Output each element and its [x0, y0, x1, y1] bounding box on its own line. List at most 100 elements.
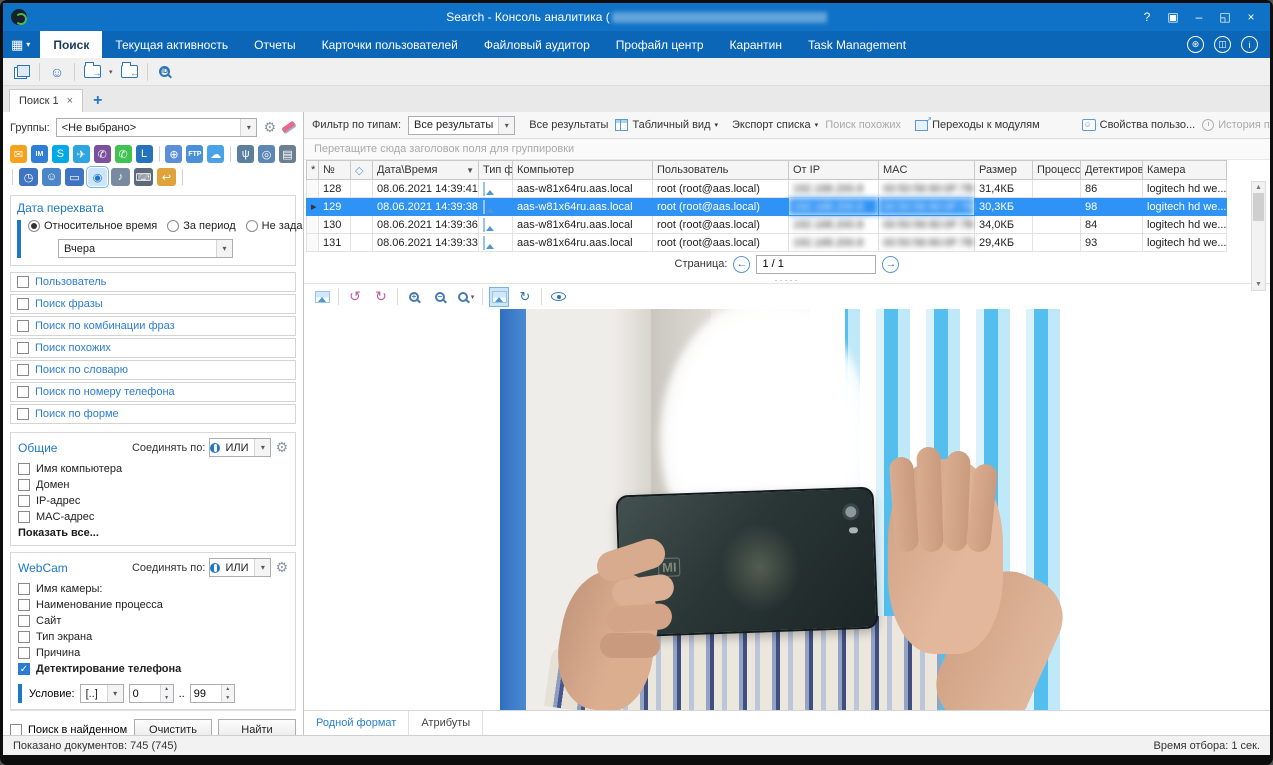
common-item-domain[interactable]: Домен: [18, 477, 288, 493]
fit-to-window-button[interactable]: [489, 287, 509, 307]
checkbox-icon[interactable]: [17, 276, 29, 288]
condition-to-stepper[interactable]: ▲▼: [190, 684, 235, 703]
column-header-size[interactable]: Размер: [975, 161, 1033, 180]
scroll-down-icon[interactable]: ▼: [1255, 279, 1262, 290]
pin-button[interactable]: ▣: [1162, 8, 1184, 26]
folder-import-icon[interactable]: ↩: [157, 168, 176, 186]
table-scrollbar[interactable]: ▲ ▼: [1251, 181, 1266, 291]
column-header-ip[interactable]: От IP: [789, 161, 879, 180]
marker-column-header[interactable]: *: [307, 161, 319, 180]
checkbox-icon[interactable]: [18, 583, 30, 595]
filter-item-user[interactable]: Пользователь: [10, 272, 296, 292]
search-similar-button[interactable]: Поиск похожих: [825, 119, 901, 131]
search-by-id-button[interactable]: ID: [154, 62, 176, 82]
menu-tab-task-management[interactable]: Task Management: [795, 31, 919, 58]
tab-native-format[interactable]: Родной формат: [304, 711, 409, 735]
condition-operator-dropdown[interactable]: [..]▾: [80, 684, 124, 703]
view-button[interactable]: [548, 287, 568, 307]
ufi-badge-icon[interactable]: ⊛: [1187, 36, 1204, 53]
user-properties-button[interactable]: Свойства пользо...: [1082, 119, 1196, 131]
column-header-tag[interactable]: ◇: [351, 161, 373, 180]
table-row[interactable]: 131 08.06.2021 14:39:33 aas-w81x64ru.aas…: [307, 234, 1227, 252]
spin-down-icon[interactable]: ▼: [222, 694, 234, 703]
mail-icon[interactable]: ✉: [10, 145, 27, 163]
minimize-button[interactable]: –: [1188, 8, 1210, 26]
menu-tab-current-activity[interactable]: Текущая активность: [102, 31, 241, 58]
checkbox-icon[interactable]: [17, 408, 29, 420]
printer-icon[interactable]: ▤: [279, 145, 296, 163]
column-header-mac[interactable]: MAC: [879, 161, 975, 180]
user-activity-icon[interactable]: ☺: [42, 168, 61, 186]
restore-button[interactable]: ◱: [1214, 8, 1236, 26]
period-dropdown[interactable]: Вчера ▾: [58, 239, 233, 258]
filter-item-form[interactable]: Поиск по форме: [10, 404, 296, 424]
column-header-user[interactable]: Пользователь: [653, 161, 789, 180]
skype-icon[interactable]: S: [52, 145, 69, 163]
app-menu-button[interactable]: ▦ ▾: [3, 31, 40, 58]
common-join-dropdown[interactable]: ИЛИ▾: [209, 438, 271, 457]
condition-to-input[interactable]: [191, 685, 221, 702]
checkbox-icon[interactable]: [18, 495, 30, 507]
checkbox-icon[interactable]: [17, 320, 29, 332]
keyboard-icon[interactable]: ⌨: [134, 168, 153, 186]
webcam-item-site[interactable]: Сайт: [18, 613, 288, 629]
splitter-handle[interactable]: ·····: [304, 276, 1270, 283]
viber-icon[interactable]: ✆: [94, 145, 111, 163]
common-item-computer-name[interactable]: Имя компьютера: [18, 461, 288, 477]
table-row[interactable]: 128 08.06.2021 14:39:41 aas-w81x64ru.aas…: [307, 180, 1227, 198]
menu-tab-profile-center[interactable]: Профайл центр: [603, 31, 717, 58]
usb-icon[interactable]: ψ: [237, 145, 254, 163]
slideshow-button[interactable]: ↻: [515, 287, 535, 307]
checkbox-checked-icon[interactable]: ✓: [18, 663, 30, 675]
telegram-icon[interactable]: ✈: [73, 145, 90, 163]
prev-page-button[interactable]: ←: [733, 256, 750, 273]
checkbox-icon[interactable]: [18, 631, 30, 643]
menu-tab-search[interactable]: Поиск: [40, 31, 102, 58]
menu-tab-file-auditor[interactable]: Файловый аудитор: [471, 31, 603, 58]
scroll-up-icon[interactable]: ▲: [1255, 182, 1262, 193]
ftp-icon[interactable]: FTP: [186, 145, 203, 163]
chevron-down-icon[interactable]: ▾: [109, 68, 113, 76]
table-view-button[interactable]: Табличный вид▾: [615, 119, 718, 131]
tab-close-icon[interactable]: ×: [67, 95, 73, 107]
clear-groups-eraser-icon[interactable]: [281, 121, 296, 135]
column-header-date[interactable]: Дата\Время▼: [373, 161, 479, 180]
im-chat-icon[interactable]: IM: [31, 145, 48, 163]
column-header-computer[interactable]: Компьютер: [513, 161, 653, 180]
import-query-button[interactable]: ←: [119, 62, 141, 82]
close-button[interactable]: ×: [1240, 8, 1262, 26]
column-header-detected[interactable]: Детектирова: [1081, 161, 1143, 180]
whatsapp-icon[interactable]: ✆: [115, 145, 132, 163]
groups-settings-gear-icon[interactable]: ⚙: [263, 119, 276, 136]
monitor-icon[interactable]: ▭: [65, 168, 84, 186]
menu-tab-quarantine[interactable]: Карантин: [717, 31, 795, 58]
checkbox-icon[interactable]: [18, 511, 30, 523]
all-results-button[interactable]: Все результаты: [529, 119, 608, 131]
zoom-level-button[interactable]: ▾: [456, 287, 476, 307]
filter-item-similar[interactable]: Поиск похожих: [10, 338, 296, 358]
type-filter-dropdown[interactable]: Все результаты▾: [408, 116, 515, 135]
cascade-windows-button[interactable]: [11, 62, 33, 82]
checkbox-icon[interactable]: [18, 479, 30, 491]
webcam-item-reason[interactable]: Причина: [18, 645, 288, 661]
clock-icon[interactable]: ◷: [19, 168, 38, 186]
condition-from-stepper[interactable]: ▲▼: [129, 684, 174, 703]
save-image-button[interactable]: [312, 287, 332, 307]
correspondence-history-button[interactable]: История переписки: [1202, 119, 1270, 131]
tab-attributes[interactable]: Атрибуты: [409, 711, 483, 735]
webcam-item-phone-detection[interactable]: ✓Детектирование телефона: [18, 661, 288, 677]
lync-icon[interactable]: L: [136, 145, 153, 163]
show-all-link[interactable]: Показать все...: [18, 525, 288, 539]
column-header-camera[interactable]: Камера: [1143, 161, 1227, 180]
checkbox-icon[interactable]: [18, 599, 30, 611]
add-tab-button[interactable]: +: [83, 92, 112, 112]
export-list-button[interactable]: Экспорт списка▾: [732, 119, 818, 131]
checkbox-icon[interactable]: [18, 615, 30, 627]
checkbox-icon[interactable]: [17, 386, 29, 398]
webcam-icon[interactable]: ◉: [88, 168, 107, 186]
menu-tab-user-cards[interactable]: Карточки пользователей: [309, 31, 471, 58]
column-header-type[interactable]: Тип фа: [479, 161, 513, 180]
zoom-out-button[interactable]: −: [430, 287, 450, 307]
webcam-item-process[interactable]: Наименование процесса: [18, 597, 288, 613]
condition-from-input[interactable]: [130, 685, 160, 702]
